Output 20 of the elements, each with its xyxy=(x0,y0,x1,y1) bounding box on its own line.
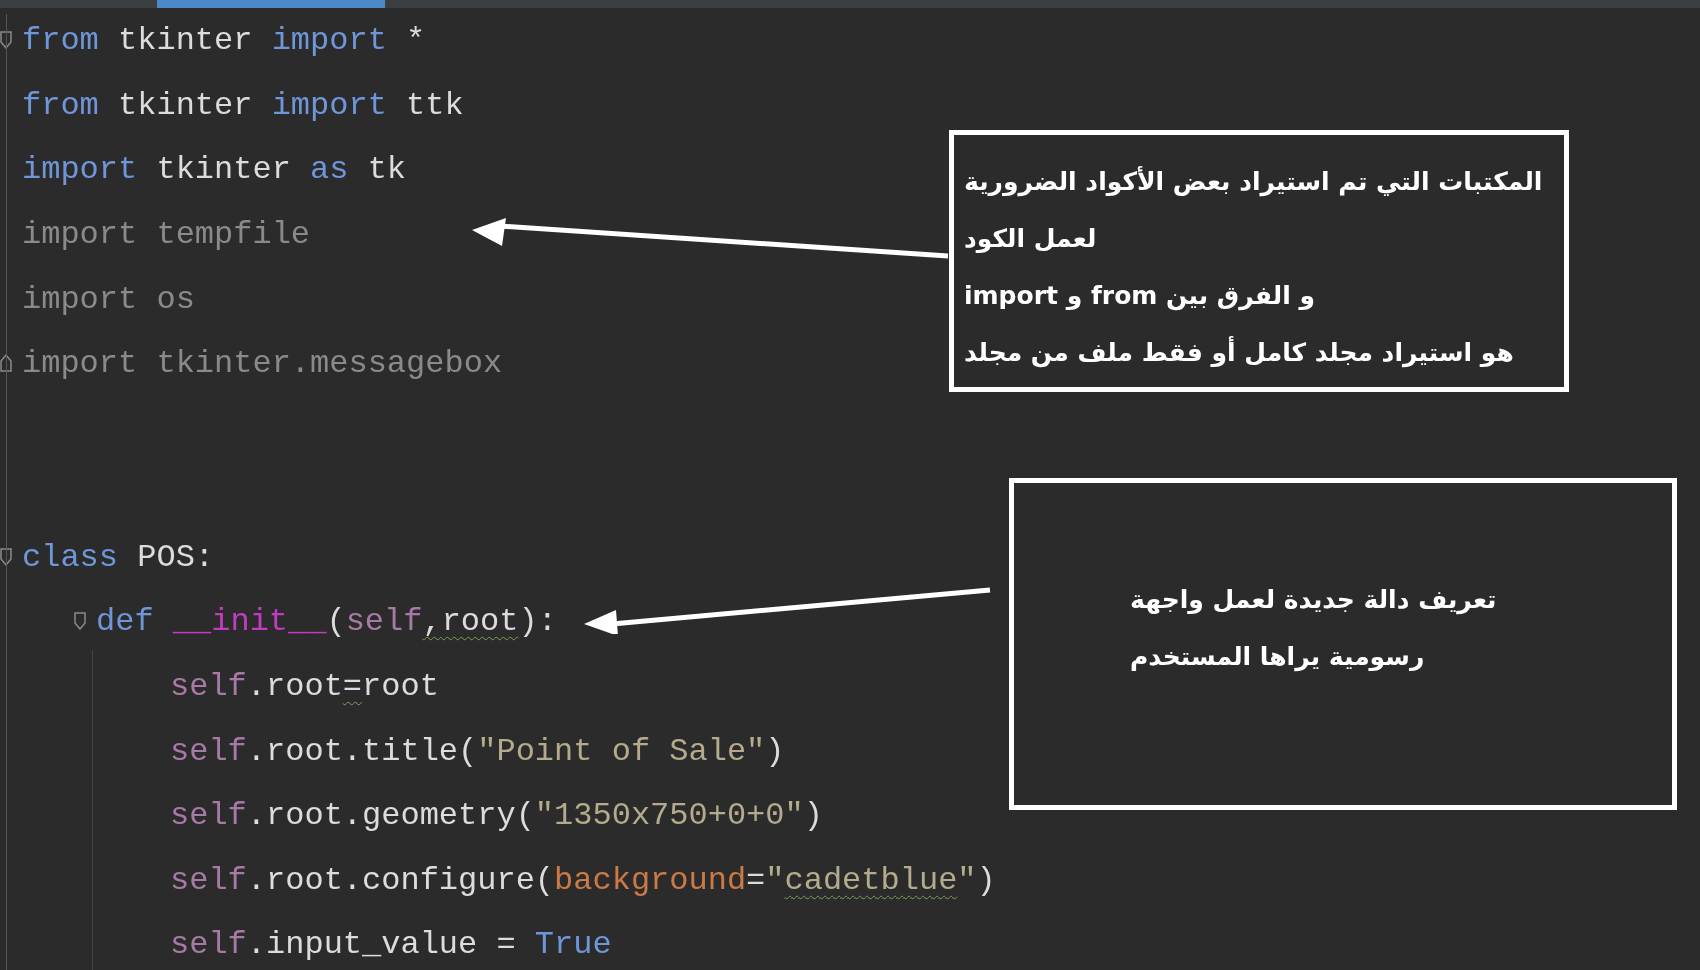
code-line: self.input_value = True xyxy=(170,925,612,966)
annotation-text: رسومية يراها المستخدم xyxy=(1130,641,1425,674)
annotation-text: هو استيراد مجلد كامل أو فقط ملف من مجلد xyxy=(964,335,1514,370)
code-line: import tkinter.messagebox xyxy=(22,344,503,385)
code-line: def __init__(self,root): xyxy=(96,602,557,643)
code-line: self.root.configure(background="cadetblue") xyxy=(170,860,996,901)
annotation-text: المكتبات التي تم استيراد بعض الأكواد الضرورية xyxy=(964,165,1543,199)
code-line: class POS: xyxy=(22,537,215,578)
annotation-text: لعمل الكود xyxy=(964,223,1097,255)
code-line: from tkinter import ttk xyxy=(22,85,464,126)
fold-marker-icon[interactable] xyxy=(74,612,86,631)
code-line: self.root=root xyxy=(170,667,439,708)
annotation-text: و الفرق بين from و import xyxy=(964,280,1315,313)
code-line: import tempfile xyxy=(22,215,311,256)
code-line: self.root.geometry("1350x750+0+0") xyxy=(170,796,823,837)
annotation-text: تعريف دالة جديدة لعمل واجهة xyxy=(1130,584,1497,617)
code-line: from tkinter import * xyxy=(22,21,426,62)
code-line: self.root.title("Point of Sale") xyxy=(170,731,785,772)
code-line: import os xyxy=(22,279,195,320)
code-line: import tkinter as tk xyxy=(22,150,407,191)
